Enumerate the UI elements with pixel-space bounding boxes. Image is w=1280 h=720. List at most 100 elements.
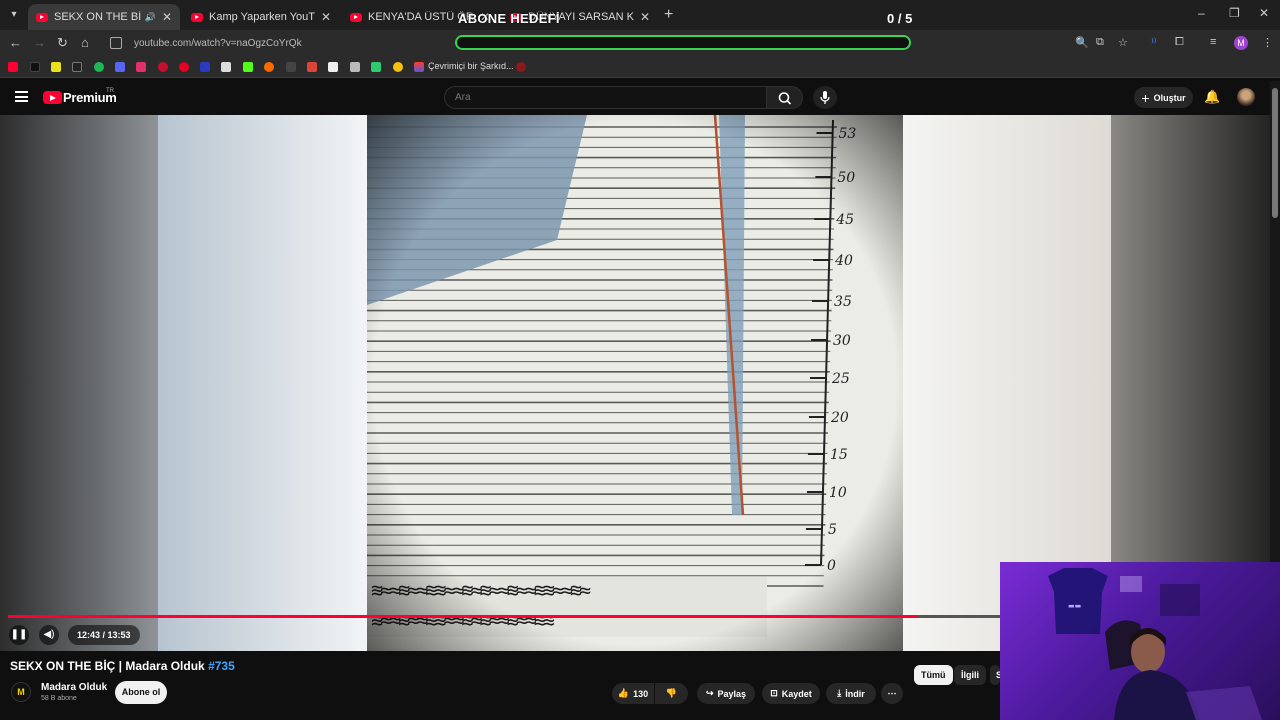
plus-icon: + xyxy=(1141,89,1150,106)
chip-more[interactable]: S xyxy=(990,665,1000,685)
save-button[interactable]: ⊡ Kaydet xyxy=(762,683,820,704)
thumbs-up-icon: 👍 xyxy=(617,688,630,698)
music-bookmark-icon[interactable] xyxy=(414,62,424,72)
thumbs-down-icon: 👎 xyxy=(665,688,678,698)
bookmark-diamond-icon[interactable] xyxy=(350,62,360,72)
like-button[interactable]: 👍 130 xyxy=(612,683,654,704)
create-label: Oluştur xyxy=(1153,92,1186,103)
pause-button[interactable]: ❚❚ xyxy=(9,625,29,645)
search-button[interactable] xyxy=(767,86,803,109)
discord-bookmark-icon[interactable] xyxy=(115,62,125,72)
search-input[interactable] xyxy=(444,86,767,109)
amazon-bookmark-icon[interactable] xyxy=(200,62,210,72)
save-bookmark-icon: ⊡ xyxy=(770,688,778,698)
bookmark-green-icon[interactable] xyxy=(371,62,381,72)
extensions-puzzle-icon[interactable]: ⧠ xyxy=(1175,36,1184,49)
scrollbar-thumb[interactable] xyxy=(1272,88,1278,218)
tab-title: Kamp Yaparken YouTuberların İ xyxy=(209,11,315,23)
bookmark-orange-icon[interactable] xyxy=(264,62,274,72)
bookmark-red-icon[interactable] xyxy=(158,62,168,72)
address-bar[interactable]: youtube.com/watch?v=naOgzCoYrQk xyxy=(104,33,449,53)
tab-title: SEKX ON THE BİÇ | Madara xyxy=(54,11,141,23)
menu-hamburger-icon[interactable] xyxy=(15,91,28,102)
dislike-button[interactable]: 👎 xyxy=(655,683,688,704)
episode-hashtag[interactable]: #735 xyxy=(208,659,235,673)
chip-related[interactable]: İlgili xyxy=(954,665,986,685)
home-icon[interactable]: ⌂ xyxy=(81,35,89,50)
tab-kamp-yaparken[interactable]: Kamp Yaparken YouTuberların İ ✕ xyxy=(183,4,339,30)
time-display: 12:43 / 13:53 xyxy=(68,625,140,645)
browser-menu-icon[interactable]: ⋮ xyxy=(1262,36,1273,49)
share-button[interactable]: ↪ Paylaş xyxy=(697,683,755,704)
channel-avatar[interactable]: M xyxy=(11,682,31,702)
bookmark-dark-icon[interactable] xyxy=(286,62,296,72)
back-arrow-icon[interactable]: ← xyxy=(9,35,22,50)
download-button[interactable]: ⤓ İndir xyxy=(826,683,876,704)
close-tab-icon[interactable]: ✕ xyxy=(162,10,172,24)
ambient-left xyxy=(0,115,158,651)
subscriber-count: 58 B abone xyxy=(41,695,77,702)
close-tab-icon[interactable]: ✕ xyxy=(321,10,331,24)
audio-playing-icon[interactable]: 🔊 xyxy=(145,12,156,23)
video-timeline-progress xyxy=(8,615,917,618)
video-frame[interactable]: 5350454035302520151050 ≋≈≈≋≈≈≋≋≈≈≋≈≋≈≈≋≈… xyxy=(367,115,903,651)
account-avatar[interactable] xyxy=(1237,88,1255,106)
close-window-button[interactable]: ✕ xyxy=(1259,6,1269,20)
volume-icon[interactable]: ◀) xyxy=(39,625,59,645)
youtube-logo-icon[interactable] xyxy=(43,91,62,104)
download-label: İndir xyxy=(845,688,865,699)
video-title: SEKX ON THE BİÇ | Madara Olduk #735 xyxy=(10,659,235,673)
forward-arrow-icon[interactable]: → xyxy=(33,35,46,50)
bookmark-maroon-icon[interactable] xyxy=(516,62,526,72)
new-tab-button[interactable]: + xyxy=(664,6,673,24)
subscriber-goal-bar xyxy=(455,35,911,50)
bookmark-white-icon[interactable] xyxy=(328,62,338,72)
zoom-icon[interactable]: 🔍 xyxy=(1075,36,1089,49)
url-text: youtube.com/watch?v=naOgzCoYrQk xyxy=(134,37,302,49)
pinterest-bookmark-icon[interactable] xyxy=(179,62,189,72)
more-horizontal-icon: ⋯ xyxy=(887,688,897,698)
reload-icon[interactable]: ↻ xyxy=(57,35,68,51)
video-title-text: SEKX ON THE BİÇ | Madara Olduk xyxy=(10,659,205,673)
chip-all[interactable]: Tümü xyxy=(914,665,953,685)
gmail-bookmark-icon[interactable] xyxy=(307,62,317,72)
like-count: 130 xyxy=(633,688,649,699)
share-arrow-icon: ↪ xyxy=(705,688,714,698)
tab-sekx-on-the-bic[interactable]: SEKX ON THE BİÇ | Madara 🔊 ✕ xyxy=(28,4,180,30)
create-button[interactable]: + Oluştur xyxy=(1134,87,1193,108)
close-tab-icon[interactable]: ✕ xyxy=(640,10,650,24)
restore-window-button[interactable]: ❐ xyxy=(1229,6,1240,20)
spotify-bookmark-icon[interactable] xyxy=(94,62,104,72)
more-actions-button[interactable]: ⋯ xyxy=(881,683,903,704)
search-icon xyxy=(778,92,792,105)
kick-bookmark-icon[interactable] xyxy=(243,62,253,72)
tiktok-bookmark-icon[interactable] xyxy=(30,62,40,72)
reading-list-icon[interactable]: ≡ xyxy=(1210,36,1216,48)
bookmark-grey-icon[interactable] xyxy=(221,62,231,72)
voice-search-button[interactable] xyxy=(813,86,837,109)
bookmark-s-icon[interactable] xyxy=(51,62,61,72)
install-app-icon[interactable]: ⧉ xyxy=(1096,36,1104,49)
bookmark-yellow-icon[interactable] xyxy=(393,62,403,72)
tab-search-chevron-icon[interactable]: ▾ xyxy=(6,7,22,23)
youtube-favicon-icon xyxy=(191,12,203,22)
notifications-bell-icon[interactable]: 🔔 xyxy=(1204,89,1220,105)
minimize-window-button[interactable]: – xyxy=(1198,6,1205,20)
bookmark-star-icon[interactable]: ☆ xyxy=(1118,36,1128,49)
x-bookmark-icon[interactable] xyxy=(72,62,82,72)
bookmark-label[interactable]: Çevrimiçi bir Şarkıd... xyxy=(428,61,514,71)
instagram-bookmark-icon[interactable] xyxy=(136,62,146,72)
ambient-left-inner xyxy=(158,115,367,651)
save-label: Kaydet xyxy=(781,688,812,699)
subscribe-button[interactable]: Abone ol xyxy=(115,681,167,704)
channel-name[interactable]: Madara Olduk xyxy=(41,682,107,693)
youtube-bookmark-icon[interactable] xyxy=(8,62,18,72)
share-label: Paylaş xyxy=(717,688,747,699)
webcam-scene-image: ▬▬ xyxy=(1048,568,1262,720)
subscriber-goal-count: 0 / 5 xyxy=(887,11,913,26)
profile-avatar[interactable]: M xyxy=(1234,36,1248,50)
download-icon: ⤓ xyxy=(837,688,842,698)
extension-translate-icon[interactable]: ⁾⁾ xyxy=(1151,36,1156,49)
site-info-icon[interactable] xyxy=(110,37,122,49)
subscriber-goal-title: ABONE HEDEFİ xyxy=(458,11,560,26)
